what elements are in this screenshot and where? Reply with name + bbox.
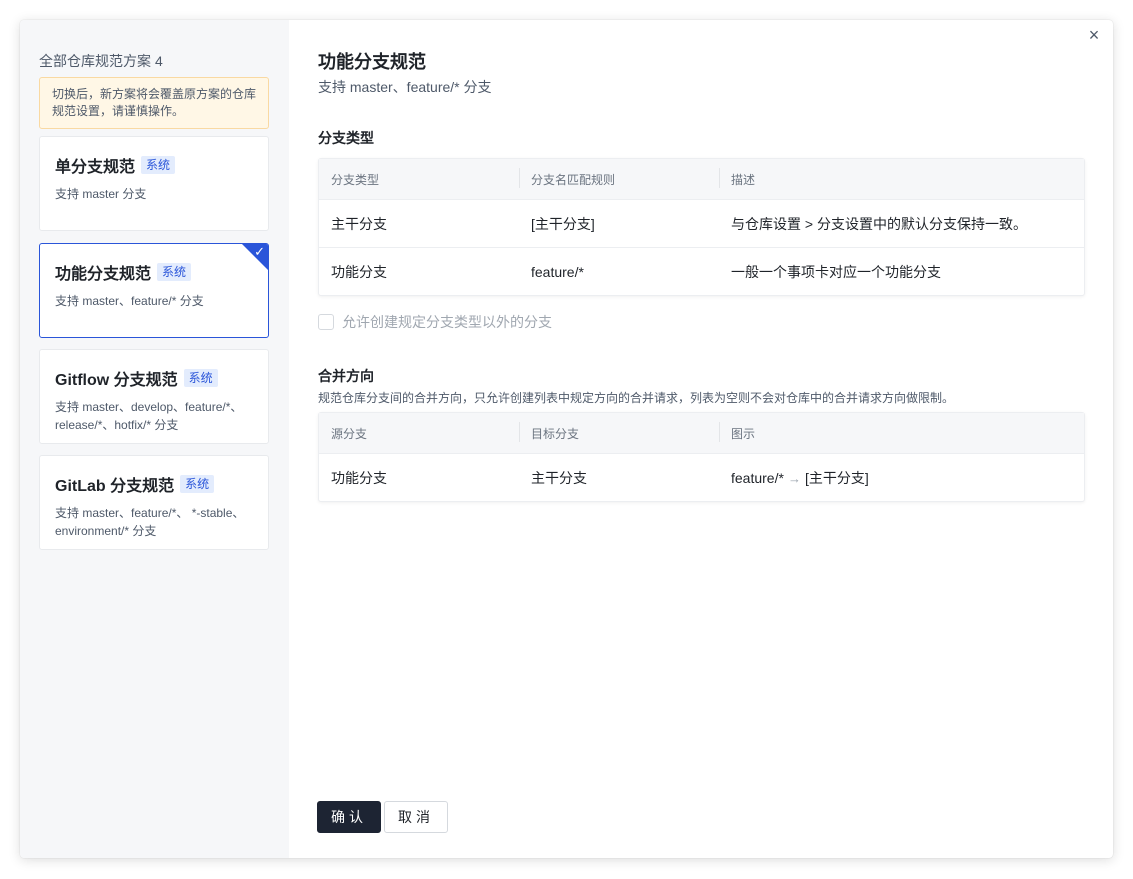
scheme-name: Gitflow 分支规范 [55,372,178,389]
scheme-card-gitflow[interactable]: Gitflow 分支规范 系统 支持 master、develop、featur… [39,349,269,444]
column-header: 源分支 [331,426,368,441]
cancel-button[interactable]: 取消 [384,801,448,833]
cell-branch-type: 功能分支 [331,263,387,280]
system-badge: 系统 [157,263,192,281]
cell-description: 与仓库设置 > 分支设置中的默认分支保持一致。 [731,215,1027,232]
scheme-card-single-branch[interactable]: 单分支规范 系统 支持 master 分支 [39,136,269,231]
allow-other-branches-label: 允许创建规定分支类型以外的分支 [342,314,552,330]
arrow-right-icon: → [787,470,801,486]
scheme-count: 4 [155,53,163,69]
table-row: 功能分支 feature/* 一般一个事项卡对应一个功能分支 [319,247,1084,295]
table-header: 源分支 目标分支 图示 [319,413,1084,453]
diagram-from: feature/* [731,469,784,486]
cell-branch-type: 主干分支 [331,215,387,232]
system-badge: 系统 [180,475,215,493]
scheme-desc: 支持 master、feature/*、 *-stable、environmen… [55,506,245,538]
column-header: 目标分支 [519,421,719,442]
column-header: 分支类型 [331,172,380,187]
scheme-desc: 支持 master、develop、feature/*、release/*、ho… [55,400,243,432]
scheme-subtitle: 支持 master、feature/* 分支 [318,79,492,95]
cell-diagram: feature/* → [主干分支] [719,468,1084,488]
column-header: 图示 [719,421,1084,442]
cell-target-branch: 主干分支 [531,469,587,486]
cell-match-rule: [主干分支] [531,215,595,232]
merge-direction-table: 源分支 目标分支 图示 功能分支 主干分支 feature/* → [主干分支] [318,412,1085,502]
cell-source-branch: 功能分支 [331,469,387,486]
allow-other-branches-checkbox[interactable] [318,314,334,330]
branch-types-title: 分支类型 [318,130,374,146]
scheme-name: GitLab 分支规范 [55,478,175,495]
branch-types-table: 分支类型 分支名匹配规则 描述 主干分支 [主干分支] 与仓库设置 > 分支设置… [318,158,1085,296]
system-badge: 系统 [141,156,176,174]
allow-other-branches-option[interactable]: 允许创建规定分支类型以外的分支 [318,312,552,332]
confirm-button[interactable]: 确认 [317,801,381,833]
scheme-dialog: 全部仓库规范方案 4 切换后，新方案将会覆盖原方案的仓库规范设置，请谨慎操作。 单… [20,20,1113,858]
table-row: 功能分支 主干分支 feature/* → [主干分支] [319,453,1084,501]
sidebar-title-text: 全部仓库规范方案 [39,53,151,69]
merge-direction-title: 合并方向 [318,368,374,384]
scheme-desc: 支持 master、feature/* 分支 [55,294,204,308]
switch-warning: 切换后，新方案将会覆盖原方案的仓库规范设置，请谨慎操作。 [39,77,269,129]
table-header: 分支类型 分支名匹配规则 描述 [319,159,1084,199]
cell-description: 一般一个事项卡对应一个功能分支 [731,263,941,280]
scheme-name: 单分支规范 [55,159,136,176]
diagram-to: [主干分支] [804,469,869,486]
scheme-card-gitlab[interactable]: GitLab 分支规范 系统 支持 master、feature/*、 *-st… [39,455,269,550]
merge-direction-desc: 规范仓库分支间的合并方向，只允许创建列表中规定方向的合并请求，列表为空则不会对仓… [318,391,955,405]
sidebar-title: 全部仓库规范方案 4 [39,51,163,71]
table-row: 主干分支 [主干分支] 与仓库设置 > 分支设置中的默认分支保持一致。 [319,199,1084,247]
scheme-name: 功能分支规范 [55,266,152,283]
column-header: 分支名匹配规则 [519,167,719,188]
scheme-desc: 支持 master 分支 [55,187,147,201]
scheme-card-feature-branch[interactable]: 功能分支规范 系统 支持 master、feature/* 分支 ✓ [39,243,269,338]
close-icon[interactable]: × [1083,24,1105,46]
check-icon: ✓ [254,244,265,259]
scheme-title: 功能分支规范 [318,52,426,72]
system-badge: 系统 [183,369,218,387]
column-header: 描述 [719,167,1084,188]
scheme-sidebar: 全部仓库规范方案 4 切换后，新方案将会覆盖原方案的仓库规范设置，请谨慎操作。 单… [20,20,289,858]
scheme-detail: × 功能分支规范 支持 master、feature/* 分支 分支类型 分支类… [289,20,1113,858]
cell-match-rule: feature/* [531,263,584,280]
